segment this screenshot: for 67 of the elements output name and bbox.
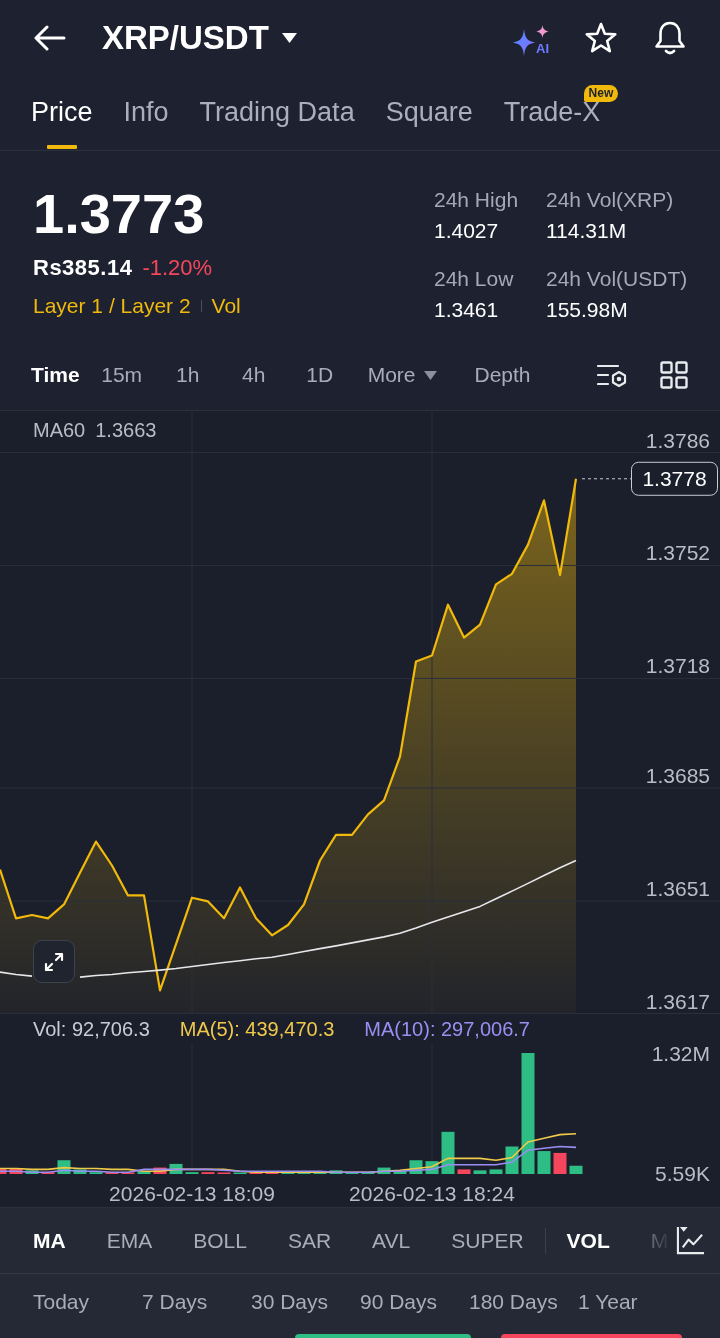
indicator-tab[interactable]: BOLL — [193, 1227, 247, 1254]
grid-icon[interactable] — [660, 361, 688, 389]
stat-value: 155.98M — [546, 297, 628, 323]
price-axis-label: 1.3617 — [645, 989, 710, 1013]
chart-settings-icon[interactable] — [597, 362, 627, 388]
new-badge: New — [583, 85, 619, 102]
stat-label: 24h High — [434, 187, 519, 213]
pair-selector[interactable]: XRP/USDT — [102, 17, 297, 58]
ai-assistant-button[interactable]: AI — [513, 19, 549, 56]
caret-down-icon — [423, 370, 437, 380]
price-axis-label: 1.3685 — [645, 764, 710, 788]
interval-tab[interactable]: 4h — [229, 361, 278, 389]
interval-tab[interactable]: Depth — [474, 361, 531, 389]
page-tab[interactable]: Info — [123, 75, 169, 150]
tag-link[interactable]: Vol — [211, 291, 241, 321]
back-arrow-icon[interactable] — [34, 24, 66, 51]
interval-tab[interactable]: Time — [31, 361, 80, 389]
price-axis-label: 1.3786 — [645, 428, 710, 452]
time-axis-label: 2026-02-13 18:24 — [349, 1182, 515, 1205]
price-axis-label: 1.3651 — [645, 877, 710, 901]
period-tab[interactable]: 30 Days — [251, 1290, 329, 1314]
time-axis-label: 2026-02-13 18:09 — [109, 1182, 275, 1205]
volume-legend: MA(5): 439,470.3 — [179, 1017, 335, 1041]
stat-label: 24h Vol(XRP) — [546, 187, 674, 213]
star-icon[interactable] — [584, 21, 618, 54]
stat-label: 24h Vol(USDT) — [546, 266, 688, 292]
local-currency-price: Rs385.14 — [33, 254, 133, 282]
moving-average-value: 1.3663 — [95, 418, 157, 442]
indicator-tab[interactable]: SUPER — [451, 1227, 524, 1254]
stat-value: 114.31M — [546, 218, 627, 244]
tag-link[interactable]: Layer 1 / Layer 2 — [33, 291, 191, 321]
period-tab[interactable]: 90 Days — [360, 1290, 438, 1314]
stat-label: 24h Low — [434, 266, 514, 292]
page-tab[interactable]: Square — [385, 75, 473, 150]
period-tab[interactable]: 180 Days — [469, 1290, 558, 1314]
volume-axis-label: 1.32M — [651, 1044, 710, 1065]
indicator-tab[interactable]: VOL — [566, 1227, 610, 1254]
caret-down-icon — [281, 32, 297, 43]
indicator-tab[interactable]: EMA — [106, 1227, 153, 1254]
interval-tab[interactable]: 15m — [97, 361, 146, 389]
bell-icon[interactable] — [653, 19, 687, 56]
price-axis-label: 1.3718 — [645, 654, 710, 678]
volume-axis-label: 5.59K — [655, 1162, 710, 1185]
interval-tab[interactable]: 1h — [163, 361, 212, 389]
interval-tab[interactable]: 1D — [295, 361, 344, 389]
moving-average-name: MA60 — [33, 418, 86, 442]
volume-legend: MA(10): 297,006.7 — [364, 1017, 530, 1041]
page-tab[interactable]: Trading Data — [199, 75, 355, 150]
price-axis-label: 1.3752 — [645, 541, 710, 565]
price-change: -1.20% — [142, 254, 213, 282]
volume-legend: Vol: 92,706.3 — [33, 1017, 150, 1041]
indicator-tab[interactable]: AVL — [372, 1227, 411, 1254]
last-price: 1.3773 — [33, 184, 205, 244]
last-price-tag: 1.3778 — [631, 461, 718, 496]
more-dropdown[interactable]: More — [367, 361, 437, 389]
period-tab[interactable]: 7 Days — [142, 1290, 208, 1314]
stat-value: 1.3461 — [434, 297, 499, 323]
page-tab[interactable]: Price — [31, 75, 93, 150]
expand-icon — [43, 950, 65, 973]
last-price-line — [581, 478, 632, 480]
indicator-tab[interactable]: MA — [33, 1227, 66, 1254]
period-tab[interactable]: Today — [33, 1290, 90, 1314]
indicator-tab[interactable]: SAR — [287, 1227, 332, 1254]
period-tab[interactable]: 1 Year — [578, 1290, 638, 1314]
stat-value: 1.4027 — [434, 218, 499, 244]
line-chart-icon[interactable] — [676, 1226, 705, 1255]
fullscreen-button[interactable] — [33, 940, 75, 983]
